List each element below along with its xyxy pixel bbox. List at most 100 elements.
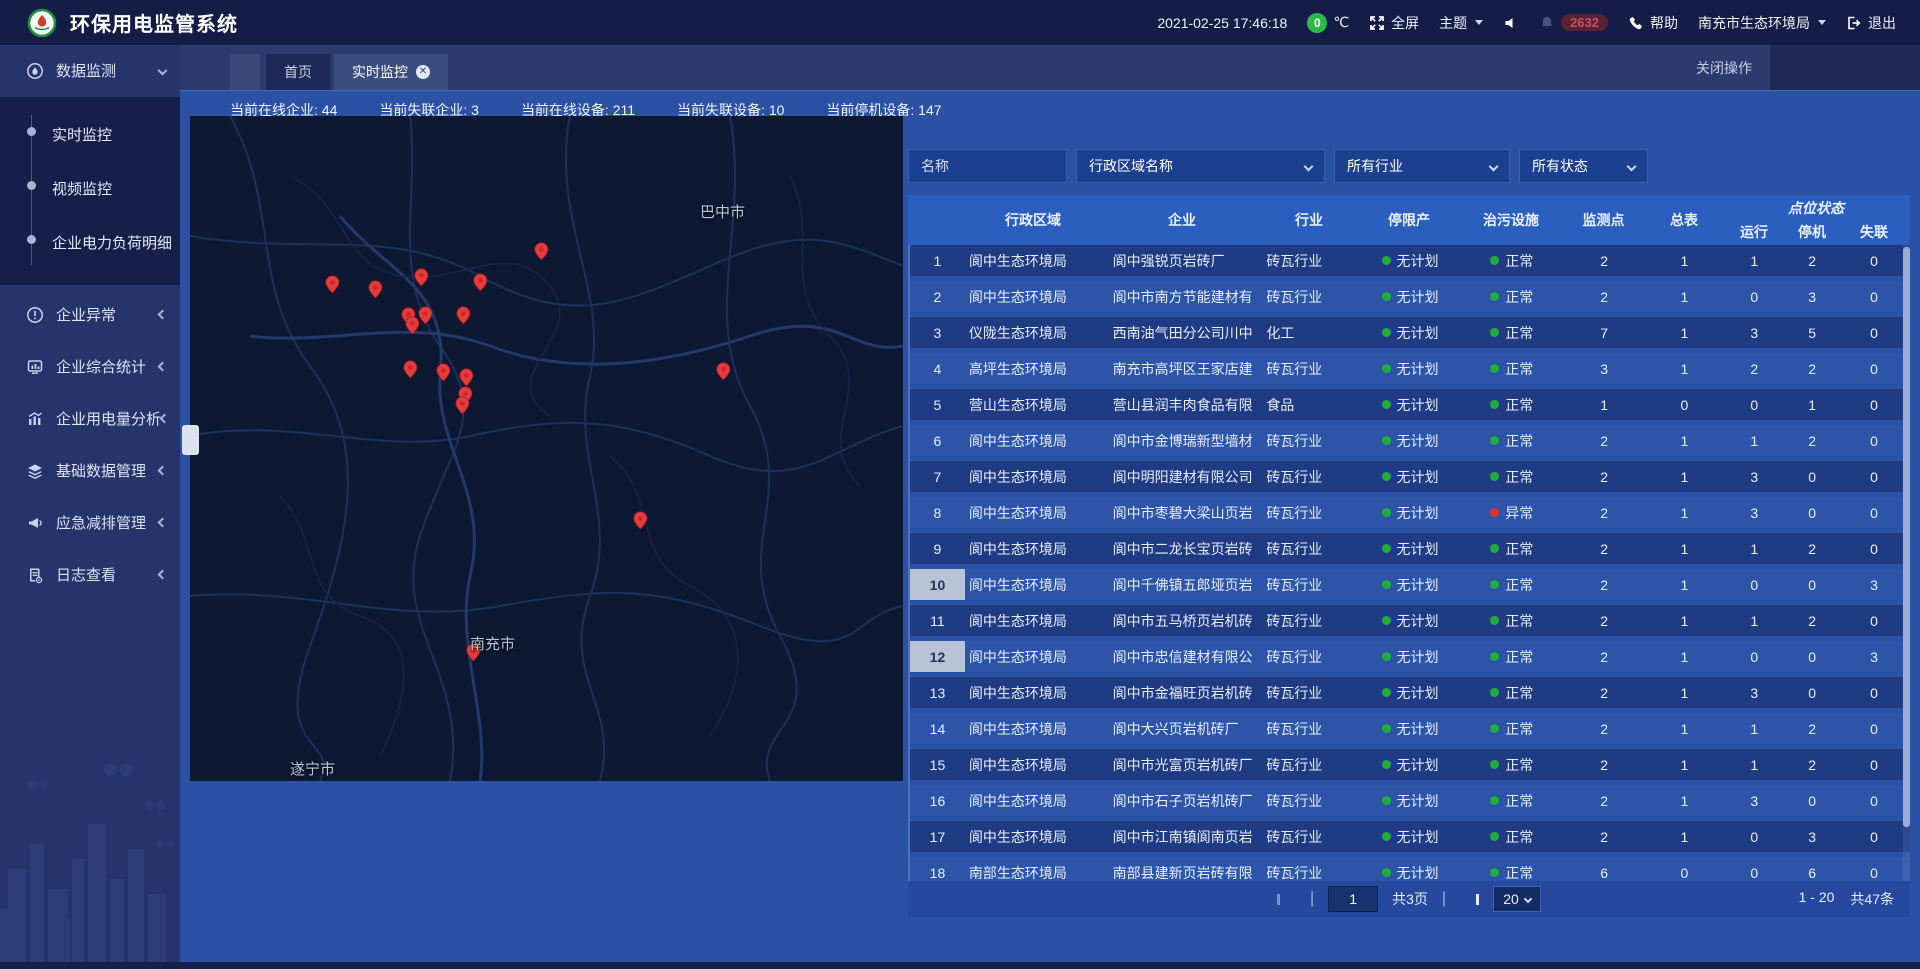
table-row[interactable]: 13阆中生态环境局阆中市金福旺页岩机砖砖瓦行业无计划正常21300 — [910, 677, 1910, 708]
fullscreen-button[interactable]: 全屏 — [1369, 13, 1419, 33]
cell-seq: 9 — [910, 533, 965, 564]
tab-0[interactable]: 首页 — [266, 54, 330, 90]
sidebar-item-alert[interactable]: 企业异常 — [0, 289, 180, 340]
cell-company: 阆中市南方节能建材有 — [1105, 281, 1263, 312]
table-row[interactable]: 17阆中生态环境局阆中市江南镇阆南页岩砖瓦行业无计划正常21030 — [910, 821, 1910, 852]
tabs-scroll-left-button[interactable] — [230, 54, 260, 90]
cell-meters: 1 — [1647, 461, 1723, 492]
map-pin[interactable] — [419, 307, 432, 324]
table-row[interactable]: 14阆中生态环境局阆中大兴页岩机砖厂砖瓦行业无计划正常21120 — [910, 713, 1910, 744]
map-pin[interactable] — [456, 397, 469, 414]
cell-points: 1 — [1562, 389, 1647, 420]
map-pin[interactable] — [369, 281, 382, 298]
app-logo-icon — [26, 7, 58, 39]
city-label: 遂宁市 — [290, 758, 335, 779]
table-row[interactable]: 1阆中生态环境局阆中强锐页岩砖厂砖瓦行业无计划正常21120 — [910, 245, 1910, 276]
column-header-stop: 停机 — [1786, 219, 1838, 245]
region-select[interactable]: 行政区域名称 — [1076, 149, 1325, 183]
phone-icon — [1628, 15, 1644, 31]
sidebar-item-energy[interactable]: 企业用电量分析 — [0, 393, 180, 444]
map-pin[interactable] — [535, 243, 548, 260]
table-row[interactable]: 4高坪生态环境局南充市高坪区王家店建砖瓦行业无计划正常31220 — [910, 353, 1910, 384]
help-button[interactable]: 帮助 — [1628, 13, 1678, 33]
sidebar-subitem-1[interactable]: 视频监控 — [0, 163, 180, 217]
cell-company: 阆中市石子页岩机砖厂 — [1105, 785, 1263, 816]
sidebar-item-horn[interactable]: 应急减排管理 — [0, 497, 180, 548]
notifications[interactable]: 2632 — [1539, 14, 1608, 31]
first-page-button[interactable] — [1277, 894, 1281, 905]
sidebar-item-layers[interactable]: 基础数据管理 — [0, 445, 180, 496]
table-row[interactable]: 11阆中生态环境局阆中市五马桥页岩机砖砖瓦行业无计划正常21120 — [910, 605, 1910, 636]
close-operations-button[interactable]: 关闭操作 — [1696, 58, 1752, 78]
cell-stop: 6 — [1786, 857, 1838, 881]
map-pin[interactable] — [457, 307, 470, 324]
tab-1[interactable]: 实时监控✕ — [334, 54, 448, 90]
cell-stop: 0 — [1786, 497, 1838, 528]
sidebar-item-stats[interactable]: 企业综合统计 — [0, 341, 180, 392]
cell-points: 2 — [1562, 641, 1647, 672]
map-pin[interactable] — [634, 512, 647, 529]
cell-meters: 1 — [1647, 317, 1723, 348]
map-pin[interactable] — [406, 317, 419, 334]
table-row[interactable]: 6阆中生态环境局阆中市金博瑞新型墙材砖瓦行业无计划正常21120 — [910, 425, 1910, 456]
table-row[interactable]: 3仪陇生态环境局西南油气田分公司川中化工无计划正常71350 — [910, 317, 1910, 348]
bottom-edge-strip — [0, 962, 1920, 969]
name-search-input[interactable] — [908, 149, 1067, 183]
table-row[interactable]: 15阆中生态环境局阆中市光富页岩机砖厂砖瓦行业无计划正常21120 — [910, 749, 1910, 780]
map-pin[interactable] — [415, 269, 428, 286]
table-row[interactable]: 2阆中生态环境局阆中市南方节能建材有砖瓦行业无计划正常21030 — [910, 281, 1910, 312]
cell-industry: 砖瓦行业 — [1262, 605, 1358, 636]
table-row[interactable]: 18南部生态环境局南部县建新页岩砖有限砖瓦行业无计划正常60060 — [910, 857, 1910, 881]
page-size-select[interactable]: 20 — [1493, 886, 1541, 912]
scrollbar-thumb[interactable] — [1903, 247, 1910, 827]
industry-select[interactable]: 所有行业 — [1334, 149, 1510, 183]
sidebar-subitem-0[interactable]: 实时监控 — [0, 109, 180, 163]
limit-status-dot — [1382, 256, 1391, 265]
top-header: 环保用电监管系统 2021-02-25 17:46:18 0 ℃ 全屏 主题 — [0, 0, 1920, 45]
table-row[interactable]: 10阆中生态环境局阆中千佛镇五郎垭页岩砖瓦行业无计划正常21003 — [910, 569, 1910, 600]
cell-seq: 17 — [910, 821, 965, 852]
table-row[interactable]: 7阆中生态环境局阆中明阳建材有限公司砖瓦行业无计划正常21300 — [910, 461, 1910, 492]
cell-lost: 0 — [1838, 533, 1910, 564]
sidebar-subitem-2[interactable]: 企业电力负荷明细 — [0, 217, 180, 271]
tab-close-icon[interactable]: ✕ — [416, 65, 430, 79]
map-pin[interactable] — [460, 369, 473, 386]
enterprise-panel: 行政区域名称 所有行业 所有状态 行政区域 企业 行业 停限产 治污设施 — [908, 149, 1910, 917]
facility-status-dot — [1490, 544, 1499, 553]
limit-status-dot — [1382, 652, 1391, 661]
cell-industry: 砖瓦行业 — [1262, 461, 1358, 492]
map-pin[interactable] — [437, 364, 450, 381]
page-input[interactable] — [1328, 886, 1378, 912]
map-pin[interactable] — [404, 361, 417, 378]
table-row[interactable]: 5营山生态环境局营山县润丰肉食品有限食品无计划正常10010 — [910, 389, 1910, 420]
cell-region: 阆中生态环境局 — [965, 749, 1105, 780]
logout-button[interactable]: 退出 — [1846, 13, 1896, 33]
cell-points: 2 — [1562, 713, 1647, 744]
last-page-button[interactable] — [1475, 894, 1479, 905]
map-pin[interactable] — [326, 276, 339, 293]
cell-stop: 3 — [1786, 281, 1838, 312]
table-row[interactable]: 8阆中生态环境局阆中市枣碧大梁山页岩砖瓦行业无计划异常21300 — [910, 497, 1910, 528]
table-scrollbar[interactable] — [1903, 245, 1910, 881]
sidebar-item-log[interactable]: 日志查看 — [0, 549, 180, 600]
theme-menu[interactable]: 主题 — [1439, 13, 1483, 33]
table-row[interactable]: 9阆中生态环境局阆中市二龙长宝页岩砖砖瓦行业无计划正常21120 — [910, 533, 1910, 564]
table-row[interactable]: 16阆中生态环境局阆中市石子页岩机砖厂砖瓦行业无计划正常21300 — [910, 785, 1910, 816]
cell-limit: 无计划 — [1358, 461, 1462, 492]
map-pin[interactable] — [474, 274, 487, 291]
user-org-menu[interactable]: 南充市生态环境局 — [1698, 13, 1826, 33]
map-panel[interactable]: 巴中市南充市遂宁市 — [190, 116, 903, 781]
sidebar-item-monitor[interactable]: 数据监测 — [0, 45, 180, 96]
table-row[interactable]: 12阆中生态环境局阆中市忠信建材有限公砖瓦行业无计划正常21003 — [910, 641, 1910, 672]
status-select[interactable]: 所有状态 — [1519, 149, 1648, 183]
cell-company: 阆中明阳建材有限公司 — [1105, 461, 1263, 492]
cell-stop: 0 — [1786, 461, 1838, 492]
cell-run: 3 — [1722, 497, 1786, 528]
cell-facility: 正常 — [1462, 425, 1562, 456]
cell-seq: 12 — [910, 641, 965, 672]
cell-lost: 0 — [1838, 389, 1910, 420]
facility-status-dot — [1490, 616, 1499, 625]
volume-button[interactable] — [1503, 15, 1519, 31]
map-pin[interactable] — [717, 363, 730, 380]
panel-collapse-button[interactable] — [182, 425, 199, 455]
